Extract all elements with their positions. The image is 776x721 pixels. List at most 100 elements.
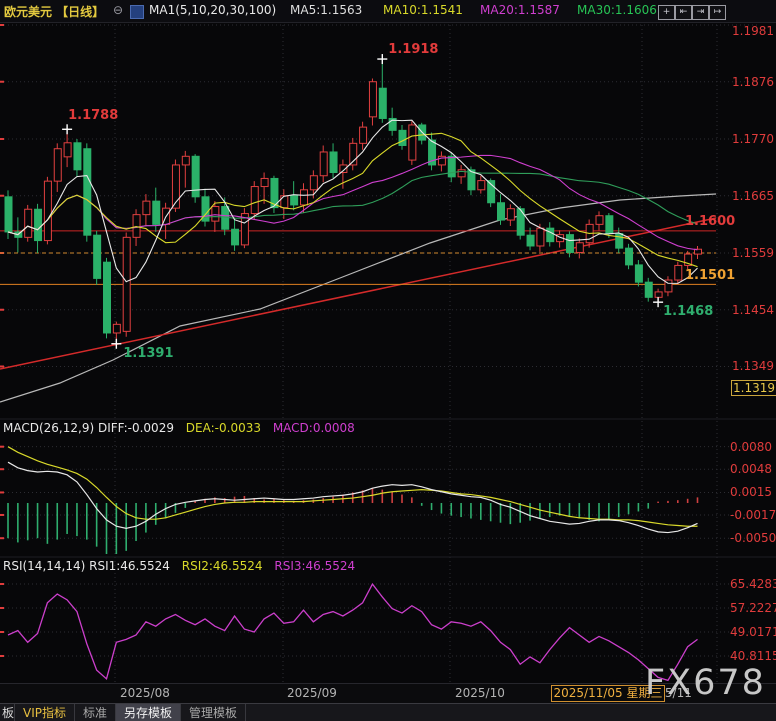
ma10-value: MA10:1.1541	[383, 3, 463, 17]
rsi3-label: RSI3:46.5524	[274, 559, 355, 573]
date-tick: 2025/10	[455, 686, 505, 700]
collapse-icon[interactable]: ⊖	[113, 3, 123, 17]
rsi-header: RSI(14,14,14) RSI1:46.5524 RSI2:46.5524 …	[3, 559, 355, 573]
axis-tick	[0, 583, 4, 585]
scroll-left-icon[interactable]: ⇤	[675, 5, 692, 20]
candle	[626, 248, 633, 265]
candle	[547, 228, 554, 242]
date-tick: 2025/08	[120, 686, 170, 700]
candle	[123, 237, 130, 331]
macd-axis-label: 0.0015	[730, 485, 772, 499]
rsi-axis-label: 40.8115	[730, 649, 776, 663]
axis-tick	[0, 446, 4, 448]
candle	[616, 234, 623, 249]
axis-tick	[0, 607, 4, 609]
candle	[458, 170, 465, 177]
axis-tick	[0, 365, 4, 367]
candle	[537, 228, 544, 246]
shift-right-icon[interactable]: ↦	[709, 5, 726, 20]
macd-axis-label: 0.0048	[730, 462, 772, 476]
candle	[64, 143, 71, 157]
candle	[74, 143, 81, 170]
scroll-right-icon[interactable]: ⇥	[692, 5, 709, 20]
candle	[5, 197, 12, 232]
ma5-value: MA5:1.1563	[290, 3, 362, 17]
candle	[212, 207, 219, 222]
footer-tab-管理模板[interactable]: 管理模板	[181, 704, 246, 721]
axis-tick	[0, 309, 4, 311]
footer-tab-标准[interactable]: 标准	[75, 704, 116, 721]
axis-tick	[0, 514, 4, 516]
candle	[645, 282, 652, 297]
ma20-value: MA20:1.1587	[480, 3, 560, 17]
price-axis-label: 1.1665	[732, 189, 774, 203]
candle	[232, 229, 239, 245]
axis-tick	[0, 138, 4, 140]
trading-app-window: 欧元美元 【日线】 ⊖ MA1(5,10,20,30,100) MA5:1.15…	[0, 0, 776, 721]
fx678-watermark: FX678	[645, 663, 766, 703]
footer-tab-另存模板[interactable]: 另存模板	[116, 704, 181, 721]
template-tab-bar: 板VIP指标标准另存模板管理模板	[0, 703, 776, 721]
candle	[675, 265, 682, 280]
price-axis-label: 1.1559	[732, 246, 774, 260]
candle	[596, 216, 603, 225]
candle	[143, 201, 150, 215]
pan-icon[interactable]: +	[658, 5, 675, 20]
candle	[133, 215, 140, 238]
price-axis-label: 1.1349	[732, 359, 774, 373]
rsi-axis-label: 65.4283	[730, 577, 776, 591]
candle	[360, 127, 367, 143]
candle	[291, 196, 298, 205]
price-axis-label: 1.1454	[732, 303, 774, 317]
candle	[507, 209, 514, 220]
macd-axis-label: -0.0050	[730, 531, 776, 545]
rsi-axis-label: 57.2227	[730, 601, 776, 615]
candle	[448, 156, 455, 177]
candle	[94, 235, 101, 278]
support-label: 1.1501	[685, 269, 735, 283]
candle	[44, 181, 51, 240]
candle	[113, 324, 120, 333]
candle	[104, 262, 111, 333]
price-annotation: 1.1918	[388, 43, 438, 57]
axis-tick	[0, 24, 4, 26]
axis-tick	[0, 468, 4, 470]
candle	[25, 209, 32, 237]
footer-tab-板[interactable]: 板	[0, 704, 15, 721]
rsi-axis-label: 49.0171	[730, 625, 776, 639]
candle	[379, 88, 386, 118]
candle	[301, 190, 308, 205]
candle	[606, 216, 613, 234]
axis-tick	[0, 655, 4, 657]
macd-diff-label: MACD(26,12,9) DIFF:-0.0029	[3, 421, 174, 435]
price-annotation: 1.1468	[663, 305, 713, 319]
price-annotation: 1.1788	[68, 109, 118, 123]
candle	[330, 152, 337, 173]
candle	[261, 178, 268, 186]
candle	[478, 181, 485, 190]
price-annotation: 1.1391	[123, 347, 173, 361]
candle	[498, 203, 505, 220]
candlestick-series	[5, 59, 702, 344]
candle	[635, 265, 642, 282]
resistance-label: 1.1600	[685, 215, 735, 229]
chart-type-icon[interactable]	[130, 5, 144, 19]
date-tick: 2025/09	[287, 686, 337, 700]
axis-tick	[0, 491, 4, 493]
price-axis-label: 1.1770	[732, 132, 774, 146]
candle	[576, 243, 583, 253]
footer-tab-VIP指标[interactable]: VIP指标	[15, 704, 75, 721]
macd-axis-label: -0.0017	[730, 508, 776, 522]
candle	[409, 125, 416, 160]
dea-line	[8, 447, 698, 527]
price-axis-label: 1.1876	[732, 75, 774, 89]
rsi2-label: RSI2:46.5524	[182, 559, 263, 573]
ma-settings-label: MA1(5,10,20,30,100)	[149, 3, 276, 17]
candle	[399, 130, 406, 145]
candle	[655, 292, 662, 297]
candle	[182, 156, 189, 165]
ma30-value: MA30:1.1606	[577, 3, 657, 17]
axis-tick	[0, 195, 4, 197]
candle	[527, 235, 534, 246]
current-price-axis-box: 1.1319	[731, 380, 776, 396]
